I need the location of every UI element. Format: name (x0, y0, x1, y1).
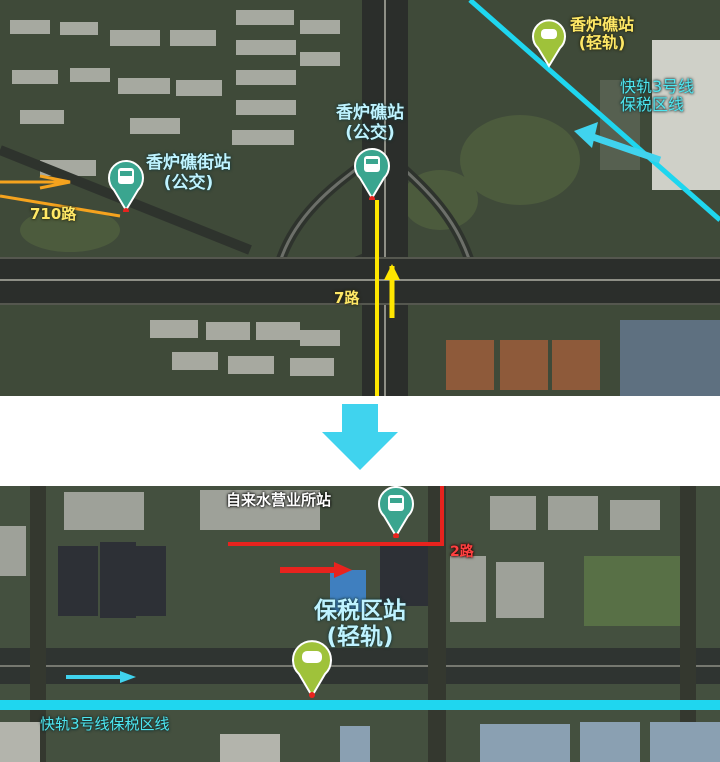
transition-area (0, 396, 720, 486)
route-2-label: 2路 (450, 544, 474, 560)
station-type: (轻轨) (578, 33, 626, 53)
route-710-label: 710路 (30, 205, 77, 223)
station-name: 香炉礁站 (336, 103, 404, 123)
bus-pin-xianglujiao-street[interactable] (108, 158, 144, 212)
station-label-bus-street: 香炉礁街站 (公交) (146, 153, 231, 193)
station-type: (公交) (163, 172, 214, 193)
bus-icon (354, 147, 390, 200)
station-name: 香炉礁街站 (146, 153, 231, 173)
bus-icon (378, 486, 414, 538)
station-type: (公交) (345, 122, 395, 143)
light-rail-pin-xianglujiao[interactable] (532, 18, 566, 68)
line-name-part-1: 快轨3号线 (620, 77, 695, 96)
factory-roofs (446, 340, 600, 390)
station-label-waterworks: 自来水营业所站 (226, 491, 332, 509)
rail-line-label-bottom: 快轨3号线保税区线 (40, 715, 170, 733)
down-arrow-icon (322, 404, 398, 470)
station-label-rail-top: 香炉礁站 (轻轨) (570, 15, 635, 53)
route-7-label: 7路 (334, 289, 360, 307)
rail-line-label-top: 快轨3号线 保税区线 (620, 77, 695, 115)
top-satellite-map[interactable]: 香炉礁站 (轻轨) 香炉礁站 (公交) 香炉礁街站 (公交) 710路 7路 快… (0, 0, 720, 396)
bus-pin-xianglujiao[interactable] (354, 146, 390, 200)
bottom-satellite-map[interactable]: 自来水营业所站 2路 保税区站 (轻轨) 快轨3号线保税区线 (0, 486, 720, 762)
station-type: (轻轨) (326, 624, 394, 651)
station-name: 香炉礁站 (570, 15, 635, 34)
station-label-bonded-zone: 保税区站 (轻轨) (314, 598, 406, 651)
bus-icon (108, 159, 144, 212)
light-rail-icon (532, 19, 566, 68)
rail-line-bottom (0, 700, 720, 710)
station-label-bus-top: 香炉礁站 (公交) (336, 103, 404, 143)
station-name: 保税区站 (314, 598, 406, 624)
line-name-part-2: 保税区线 (620, 95, 685, 115)
bus-pin-waterworks[interactable] (378, 486, 414, 538)
